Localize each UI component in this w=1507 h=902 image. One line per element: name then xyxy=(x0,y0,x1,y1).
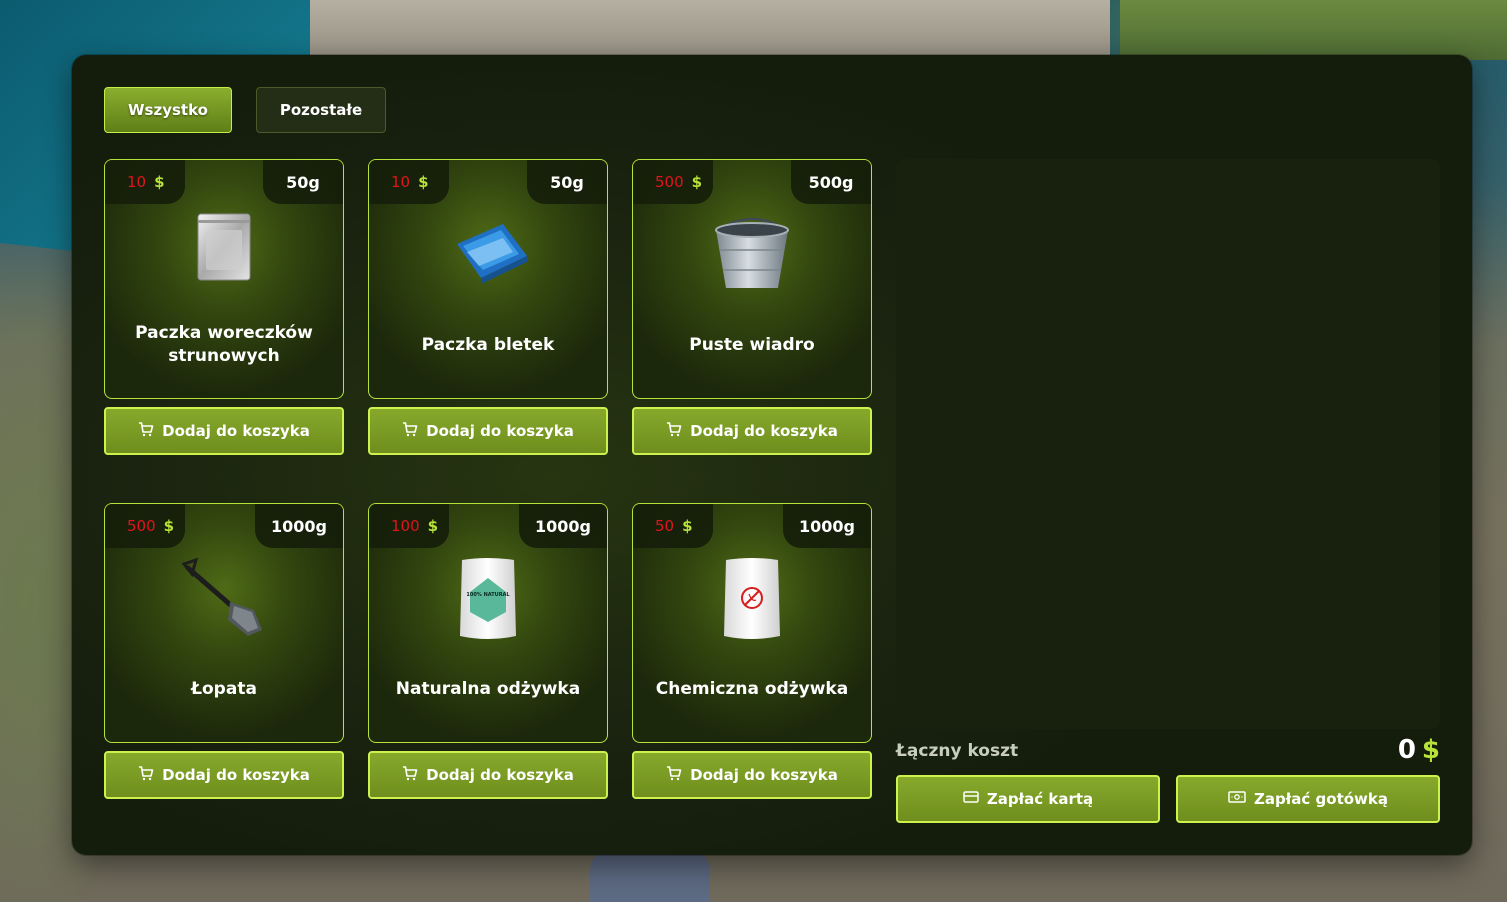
price-tag: 50 $ xyxy=(633,504,713,548)
bucket-icon xyxy=(633,212,871,302)
tab-all[interactable]: Wszystko xyxy=(104,87,232,133)
chemical-fertilizer-bag-icon xyxy=(633,556,871,646)
shop-panel: Wszystko Pozostałe 10 $ 50g Paczka worec… xyxy=(72,55,1472,855)
pay-by-card-label: Zapłać kartą xyxy=(986,790,1094,808)
background-figure xyxy=(590,850,710,902)
product-name: Łopata xyxy=(191,678,257,699)
add-to-cart-label: Dodaj do koszyka xyxy=(690,422,838,440)
price-tag: 10 $ xyxy=(369,160,449,204)
tab-other[interactable]: Pozostałe xyxy=(256,87,386,133)
price-currency: $ xyxy=(163,517,175,535)
price-tag: 500 $ xyxy=(633,160,713,204)
weight-badge: 500g xyxy=(791,160,871,204)
price-value: 10 xyxy=(391,173,411,191)
product-name: Paczka woreczków strunowych xyxy=(135,323,313,366)
cart-icon xyxy=(402,765,418,785)
pay-cash-label: Zapłać gotówką xyxy=(1253,790,1388,808)
price-tag: 100 $ xyxy=(369,504,449,548)
weight-badge: 1000g xyxy=(255,504,343,548)
product-name: Puste wiadro xyxy=(689,334,815,355)
price-currency: $ xyxy=(682,517,693,535)
price-value: 500 xyxy=(127,517,156,535)
product-card: 500 $ 1000g Łopata xyxy=(104,503,344,743)
shovel-icon xyxy=(105,556,343,646)
cart-icon xyxy=(666,765,682,785)
add-to-cart-button[interactable]: Dodaj do koszyka xyxy=(632,751,872,799)
price-tag: 500 $ xyxy=(105,504,185,548)
pay-by-card-button[interactable]: Zapłać kartą xyxy=(896,775,1160,823)
product-card: 10 $ 50g Paczka bletek xyxy=(368,159,608,399)
cart-icon xyxy=(402,421,418,441)
weight-badge: 50g xyxy=(527,160,607,204)
price-currency: $ xyxy=(154,173,165,191)
natural-bag-label: 100% NATURAL xyxy=(466,592,510,598)
weight-badge: 1000g xyxy=(783,504,871,548)
product-name: Paczka bletek xyxy=(421,334,555,355)
add-to-cart-label: Dodaj do koszyka xyxy=(162,766,310,784)
product-card: 500 $ 500g Puste wiadro xyxy=(632,159,872,399)
add-to-cart-button[interactable]: Dodaj do koszyka xyxy=(368,751,608,799)
weight-badge: 1000g xyxy=(519,504,607,548)
product-card: 10 $ 50g Paczka woreczków strunowych xyxy=(104,159,344,399)
weight-badge: 50g xyxy=(263,160,343,204)
rolling-papers-icon xyxy=(369,212,607,302)
total-cost-currency: $ xyxy=(1421,735,1440,765)
product-card: 100 $ 1000g 100% NATURAL Naturalna odżyw… xyxy=(368,503,608,743)
product-card: 50 $ 1000g Chemiczna odżywka xyxy=(632,503,872,743)
cart-items-list[interactable] xyxy=(896,159,1440,729)
ziplock-bag-pack-icon xyxy=(105,212,343,302)
background-grass xyxy=(1120,0,1507,60)
total-cost-amount: 0 $ xyxy=(1398,735,1440,765)
credit-card-icon xyxy=(963,790,979,808)
cash-icon xyxy=(1228,790,1246,808)
cart-icon xyxy=(138,765,154,785)
add-to-cart-button[interactable]: Dodaj do koszyka xyxy=(104,407,344,455)
add-to-cart-label: Dodaj do koszyka xyxy=(426,422,574,440)
total-cost-value: 0 xyxy=(1397,735,1416,765)
pay-cash-button[interactable]: Zapłać gotówką xyxy=(1176,775,1440,823)
add-to-cart-button[interactable]: Dodaj do koszyka xyxy=(632,407,872,455)
add-to-cart-label: Dodaj do koszyka xyxy=(426,766,574,784)
price-currency: $ xyxy=(418,173,429,191)
add-to-cart-button[interactable]: Dodaj do koszyka xyxy=(368,407,608,455)
product-name: Naturalna odżywka xyxy=(395,678,581,699)
cart-icon xyxy=(666,421,682,441)
price-currency: $ xyxy=(691,173,703,191)
add-to-cart-label: Dodaj do koszyka xyxy=(690,766,838,784)
price-value: 500 xyxy=(655,173,684,191)
price-currency: $ xyxy=(427,517,439,535)
product-name: Chemiczna odżywka xyxy=(655,678,849,699)
price-value: 100 xyxy=(391,517,420,535)
cart-icon xyxy=(138,421,154,441)
add-to-cart-button[interactable]: Dodaj do koszyka xyxy=(104,751,344,799)
natural-fertilizer-bag-icon: 100% NATURAL xyxy=(369,556,607,646)
add-to-cart-label: Dodaj do koszyka xyxy=(162,422,310,440)
price-tag: 10 $ xyxy=(105,160,185,204)
total-cost-label: Łączny koszt xyxy=(896,741,1019,761)
price-value: 10 xyxy=(127,173,147,191)
price-value: 50 xyxy=(655,517,675,535)
